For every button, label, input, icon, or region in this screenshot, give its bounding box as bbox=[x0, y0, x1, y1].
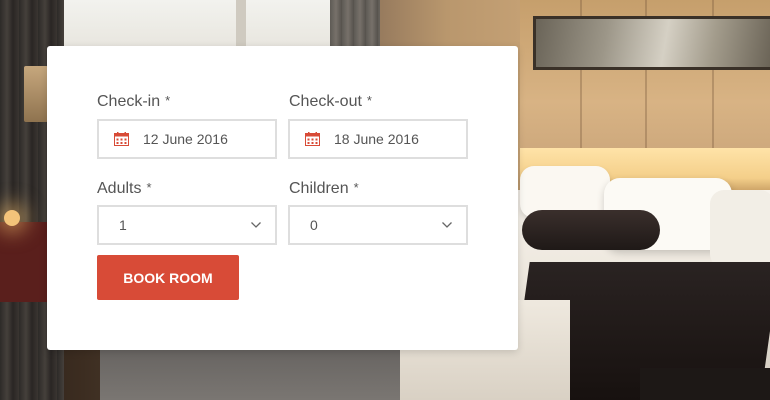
chevron-down-icon bbox=[251, 222, 261, 228]
children-label-text: Children bbox=[289, 180, 349, 197]
nightstand-light bbox=[4, 210, 20, 226]
bench bbox=[640, 368, 770, 400]
pillow bbox=[710, 190, 770, 268]
adults-select[interactable]: 1 bbox=[97, 205, 277, 245]
children-label: Children * bbox=[289, 180, 359, 198]
required-mark: * bbox=[366, 93, 372, 108]
required-mark: * bbox=[353, 180, 359, 195]
adults-label-text: Adults bbox=[97, 180, 142, 197]
adults-selected-value: 1 bbox=[119, 217, 127, 233]
children-selected-value: 0 bbox=[310, 217, 318, 233]
nightstand bbox=[0, 222, 50, 302]
wall-artwork bbox=[533, 16, 770, 70]
booking-form-card: Check-in * 12 June 2016 Check-out * 18 J… bbox=[47, 46, 518, 350]
calendar-icon bbox=[114, 132, 129, 146]
chevron-down-icon bbox=[442, 222, 452, 228]
checkin-date-value: 12 June 2016 bbox=[143, 131, 228, 147]
children-select[interactable]: 0 bbox=[288, 205, 468, 245]
checkout-label-text: Check-out bbox=[289, 93, 362, 110]
checkout-date-value: 18 June 2016 bbox=[334, 131, 419, 147]
checkout-label: Check-out * bbox=[289, 93, 372, 111]
adults-label: Adults * bbox=[97, 180, 152, 198]
bolster-pillow bbox=[522, 210, 660, 250]
calendar-icon bbox=[305, 132, 320, 146]
checkout-date-field[interactable]: 18 June 2016 bbox=[288, 119, 468, 159]
checkin-label: Check-in * bbox=[97, 93, 170, 111]
checkin-label-text: Check-in bbox=[97, 93, 161, 110]
required-mark: * bbox=[146, 180, 152, 195]
book-room-button[interactable]: BOOK ROOM bbox=[97, 255, 239, 300]
lamp-shade bbox=[24, 66, 48, 122]
required-mark: * bbox=[165, 93, 171, 108]
checkin-date-field[interactable]: 12 June 2016 bbox=[97, 119, 277, 159]
